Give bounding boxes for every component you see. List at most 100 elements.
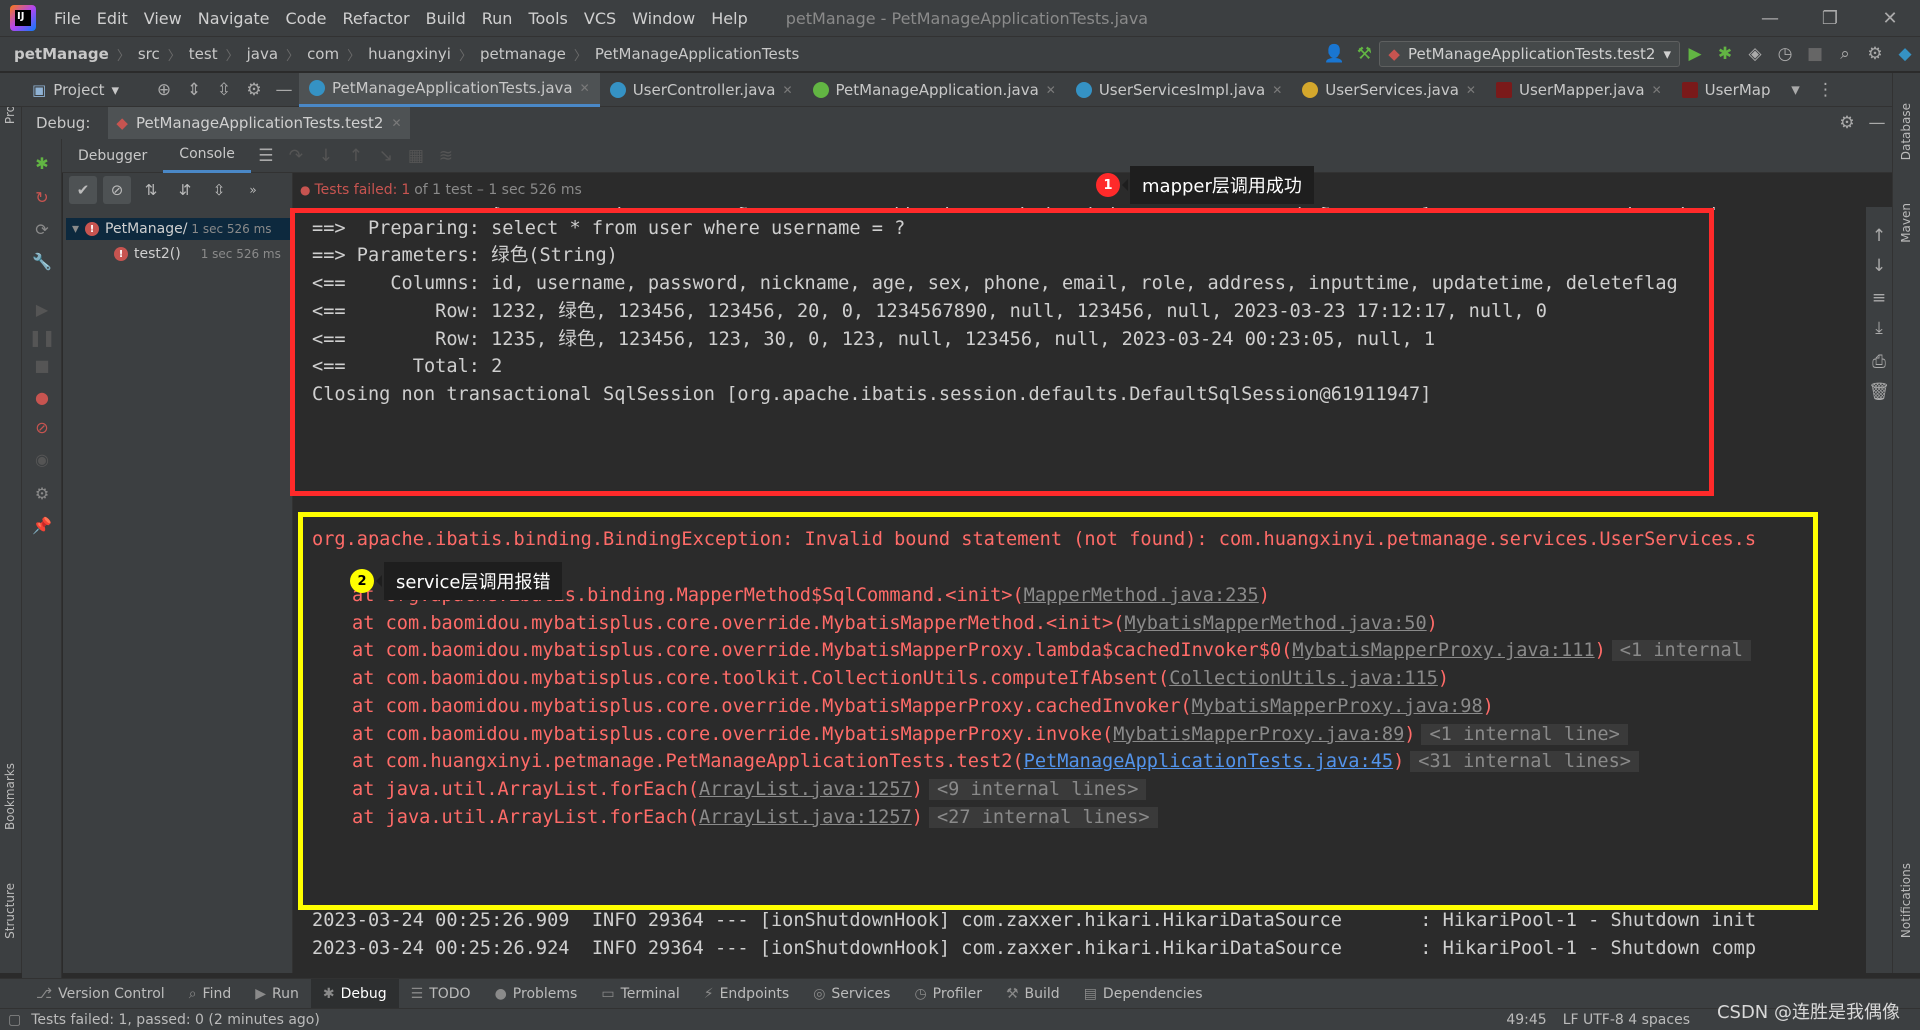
database-tool-tab[interactable]: Database (1899, 103, 1913, 160)
tool-endpoints[interactable]: ⚡ Endpoints (692, 979, 801, 1009)
notifications-tool-tab[interactable]: Notifications (1899, 863, 1913, 938)
menu-edit[interactable]: Edit (89, 9, 136, 28)
wrench-icon[interactable]: 🔧 (32, 251, 52, 271)
menu-window[interactable]: Window (624, 9, 703, 28)
jetbrains-toolbox-icon[interactable]: ◆ (1890, 39, 1920, 69)
pause-icon[interactable]: ❚❚ (29, 327, 56, 347)
maximize-icon[interactable]: ❐ (1800, 0, 1860, 36)
menu-navigate[interactable]: Navigate (190, 9, 278, 28)
tool-find[interactable]: ⌕ Find (177, 979, 244, 1009)
step-over-icon[interactable]: ↷ (281, 141, 311, 171)
tree-item-class[interactable]: ▾ ! PetManage/ 1 sec 526 ms (66, 218, 292, 240)
tool-services[interactable]: ◎ Services (801, 979, 902, 1009)
view-breakpoints-icon[interactable]: ● (32, 387, 52, 407)
menu-run[interactable]: Run (474, 9, 521, 28)
step-into-icon[interactable]: ↓ (311, 141, 341, 171)
tree-item-test2[interactable]: ! test2() 1 sec 526 ms (114, 243, 292, 265)
menu-lines-icon[interactable]: ☰ (251, 141, 281, 171)
step-out-icon[interactable]: ↑ (341, 141, 371, 171)
up-arrow-icon[interactable]: ↑ (1866, 221, 1892, 251)
menu-refactor[interactable]: Refactor (334, 9, 417, 28)
search-icon[interactable]: ⌕ (1830, 39, 1860, 69)
camera-icon[interactable]: ◉ (32, 449, 52, 469)
tool-todo[interactable]: ☰ TODO (399, 979, 483, 1009)
tab-usermapper-java[interactable]: UserMapper.java ✕ (1486, 73, 1672, 107)
more-icon[interactable]: » (239, 176, 267, 204)
menu-view[interactable]: View (136, 9, 190, 28)
close-tab-icon[interactable]: ✕ (580, 81, 590, 95)
project-view-selector[interactable]: ▣ Project ▾ (22, 73, 129, 107)
debug-icon[interactable]: ✱ (1710, 39, 1740, 69)
trace-icon[interactable]: ≋ (431, 141, 461, 171)
breadcrumb-item[interactable]: src (138, 45, 160, 63)
tool-profiler[interactable]: ◷ Profiler (902, 979, 994, 1009)
menu-code[interactable]: Code (278, 9, 335, 28)
status-message[interactable]: Tests failed: 1, passed: 0 (2 minutes ag… (31, 1012, 320, 1028)
evaluate-icon[interactable]: ▦ (401, 141, 431, 171)
sort-alpha-icon[interactable]: ⇅ (137, 176, 165, 204)
debug-session-tab[interactable]: ◆ PetManageApplicationTests.test2 ✕ (108, 107, 410, 139)
bookmarks-tool-tab[interactable]: Bookmarks (3, 763, 17, 830)
breadcrumb-item[interactable]: petmanage (480, 45, 566, 63)
modify-run-config-icon[interactable]: ⟳ (32, 219, 52, 239)
tab-debugger[interactable]: Debugger (62, 139, 163, 173)
stop-icon[interactable]: ■ (1800, 39, 1830, 69)
tab-userservicesimpl[interactable]: UserServicesImpl.java ✕ (1066, 73, 1292, 107)
maven-tool-tab[interactable]: Maven (1899, 203, 1913, 243)
breadcrumb-item[interactable]: huangxinyi (368, 45, 451, 63)
close-tab-icon[interactable]: ✕ (1466, 83, 1476, 97)
caret-position[interactable]: 49:45 (1506, 1012, 1546, 1028)
hide-panel-icon[interactable]: — (1862, 108, 1892, 138)
run-config-selector[interactable]: ◆ PetManageApplicationTests.test2 ▾ (1379, 41, 1680, 67)
coverage-icon[interactable]: ◈ (1740, 39, 1770, 69)
tab-usermapper-xml[interactable]: UserMap (1672, 73, 1781, 107)
print-icon[interactable]: ⎙ (1866, 347, 1892, 377)
settings-gear-icon[interactable]: ⚙ (32, 483, 52, 503)
mute-breakpoints-icon[interactable]: ⊘ (32, 417, 52, 437)
tab-list-chevron-icon[interactable]: ▾ (1780, 75, 1810, 105)
menu-help[interactable]: Help (703, 9, 755, 28)
down-arrow-icon[interactable]: ↓ (1866, 251, 1892, 281)
hide-icon[interactable]: — (269, 75, 299, 105)
locate-icon[interactable]: ⊕ (149, 75, 179, 105)
tool-version-control[interactable]: ⎇ Version Control (24, 979, 177, 1009)
show-ignored-icon[interactable]: ⊘ (103, 176, 131, 204)
tool-run[interactable]: ▶ Run (243, 979, 311, 1009)
soft-wrap-icon[interactable]: ≡ (1866, 283, 1892, 313)
pin-icon[interactable]: 📌 (32, 515, 52, 535)
close-tab-icon[interactable]: ✕ (1046, 83, 1056, 97)
tab-userservices[interactable]: UserServices.java ✕ (1292, 73, 1486, 107)
debug-settings-icon[interactable]: ⚙ (1832, 108, 1862, 138)
minimize-icon[interactable]: — (1740, 0, 1800, 36)
menu-build[interactable]: Build (418, 9, 474, 28)
close-tab-icon[interactable]: ✕ (782, 83, 792, 97)
run-to-cursor-icon[interactable]: ↘ (371, 141, 401, 171)
breadcrumb-item[interactable]: com (307, 45, 339, 63)
tool-build[interactable]: ⚒ Build (994, 979, 1072, 1009)
breadcrumb-item[interactable]: test (189, 45, 218, 63)
more-options-icon[interactable]: ⋮ (1810, 75, 1840, 105)
scroll-to-end-icon[interactable]: ⤓ (1866, 313, 1892, 343)
breadcrumb-item[interactable]: PetManageApplicationTests (595, 45, 799, 63)
tab-console[interactable]: Console (163, 139, 251, 173)
breadcrumb-item[interactable]: java (247, 45, 278, 63)
build-hammer-icon[interactable]: ⚒ (1349, 39, 1379, 69)
show-passed-icon[interactable]: ✔ (69, 176, 97, 204)
sort-duration-icon[interactable]: ⇵ (171, 176, 199, 204)
tool-debug[interactable]: ✱ Debug (310, 978, 399, 1009)
clear-all-icon[interactable]: 🗑 (1866, 377, 1892, 407)
tab-usercontroller[interactable]: UserController.java ✕ (600, 73, 803, 107)
close-icon[interactable]: ✕ (1860, 0, 1920, 36)
breadcrumb-item[interactable]: petManage (14, 45, 109, 63)
stop-icon[interactable]: ■ (32, 355, 52, 375)
project-settings-icon[interactable]: ⚙ (239, 75, 269, 105)
tool-terminal[interactable]: ▭ Terminal (589, 979, 691, 1009)
tool-dependencies[interactable]: ▤ Dependencies (1072, 979, 1215, 1009)
run-icon[interactable]: ▶ (1680, 39, 1710, 69)
rerun-icon[interactable]: ✱ (32, 153, 52, 173)
user-icon[interactable]: 👤 (1319, 39, 1349, 69)
tool-problems[interactable]: ● Problems (483, 979, 590, 1009)
profile-icon[interactable]: ◷ (1770, 39, 1800, 69)
structure-tool-tab[interactable]: Structure (3, 883, 17, 939)
file-encoding[interactable]: LF UTF-8 4 spaces (1563, 1012, 1690, 1028)
